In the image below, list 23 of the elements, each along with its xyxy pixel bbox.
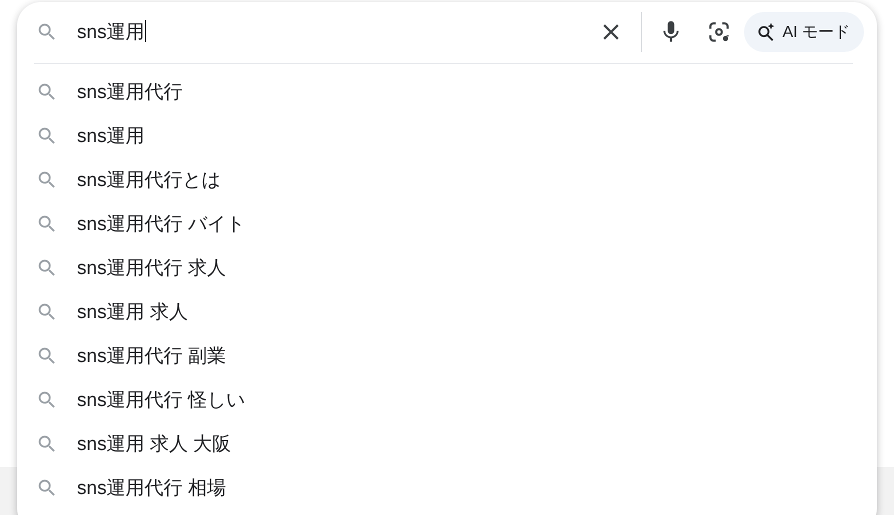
suggestion-text: sns運用 求人 大阪 — [77, 433, 232, 457]
suggestion-item[interactable]: sns運用代行 バイト — [17, 202, 877, 246]
suggestion-item[interactable]: sns運用 求人 — [17, 290, 877, 334]
suggestion-text: sns運用代行とは — [77, 169, 221, 193]
suggestion-item[interactable]: sns運用代行 副業 — [17, 334, 877, 378]
sparkle-search-icon — [756, 22, 776, 42]
ai-mode-button[interactable]: AI モード — [744, 12, 864, 52]
suggestion-item[interactable]: sns運用代行 相場 — [17, 466, 877, 510]
suggestion-text: sns運用代行 怪しい — [77, 389, 245, 413]
suggestion-text: sns運用 — [77, 125, 145, 149]
suggestion-text: sns運用 求人 — [77, 301, 188, 325]
suggestion-text: sns運用代行 求人 — [77, 257, 226, 281]
suggestion-text: sns運用代行 副業 — [77, 345, 226, 369]
suggestion-text: sns運用代行 バイト — [77, 213, 245, 237]
suggestion-item[interactable]: sns運用代行とは — [17, 158, 877, 202]
search-input[interactable]: sns運用 — [77, 20, 598, 44]
suggestion-item[interactable]: sns運用代行 求人 — [17, 246, 877, 290]
suggestion-item[interactable]: sns運用 — [17, 114, 877, 158]
suggestion-item[interactable]: sns運用代行 怪しい — [17, 378, 877, 422]
suggestion-item[interactable]: sns運用代行 — [17, 70, 877, 114]
suggestion-item[interactable]: sns運用 求人 大阪 — [17, 422, 877, 466]
suggestion-text: sns運用代行 — [77, 81, 183, 105]
suggestion-text: sns運用代行 相場 — [77, 477, 226, 501]
